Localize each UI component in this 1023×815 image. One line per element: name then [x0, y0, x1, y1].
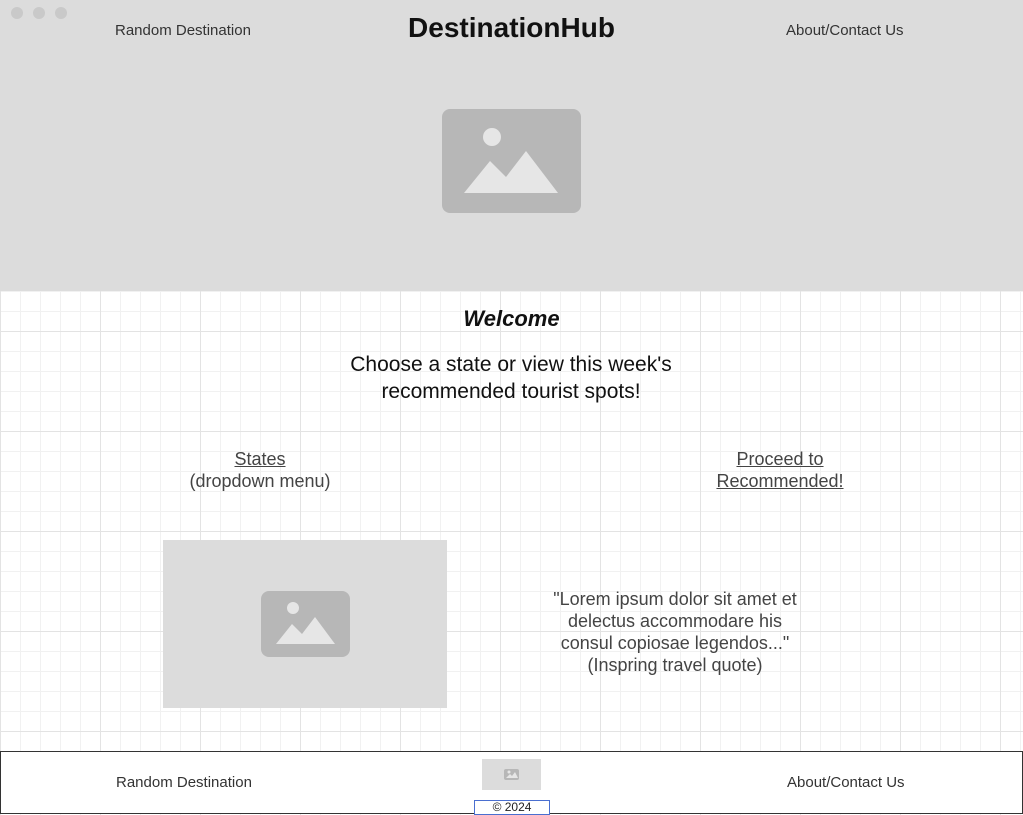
copyright: © 2024: [474, 800, 550, 815]
footer-logo: [482, 759, 541, 790]
states-section: States (dropdown menu): [160, 448, 360, 492]
states-note: (dropdown menu): [189, 471, 331, 491]
states-dropdown-link[interactable]: States: [160, 448, 360, 470]
recommended-section: Proceed to Recommended!: [680, 448, 880, 492]
quote-line: "Lorem ipsum dolor sit amet et: [553, 589, 797, 609]
about-contact-link[interactable]: About/Contact Us: [786, 22, 904, 39]
quote-line: consul copiosae legendos...": [560, 633, 790, 653]
footer-random-destination-link[interactable]: Random Destination: [116, 774, 252, 791]
featured-photo: [163, 540, 447, 708]
recommended-link[interactable]: Proceed to Recommended!: [680, 448, 880, 492]
image-placeholder-icon: [261, 591, 350, 657]
image-placeholder-icon: [504, 769, 519, 780]
tagline-line: recommended tourist spots!: [381, 380, 641, 403]
tagline: Choose a state or view this week's recom…: [300, 351, 722, 405]
recommended-link-line: Proceed to: [736, 449, 824, 469]
recommended-link-line: Recommended!: [716, 471, 844, 491]
tagline-line: Choose a state or view this week's: [350, 353, 672, 376]
hero-banner: Random Destination DestinationHub About/…: [0, 0, 1023, 291]
footer: Random Destination About/Contact Us © 20…: [0, 751, 1023, 815]
footer-about-contact-link[interactable]: About/Contact Us: [787, 774, 905, 791]
quote-caption: (Inspring travel quote): [587, 655, 763, 675]
image-placeholder-icon: [442, 109, 581, 213]
quote-line: delectus accommodare his: [567, 611, 783, 631]
travel-quote: "Lorem ipsum dolor sit amet et delectus …: [530, 588, 820, 676]
welcome-heading: Welcome: [463, 306, 560, 331]
